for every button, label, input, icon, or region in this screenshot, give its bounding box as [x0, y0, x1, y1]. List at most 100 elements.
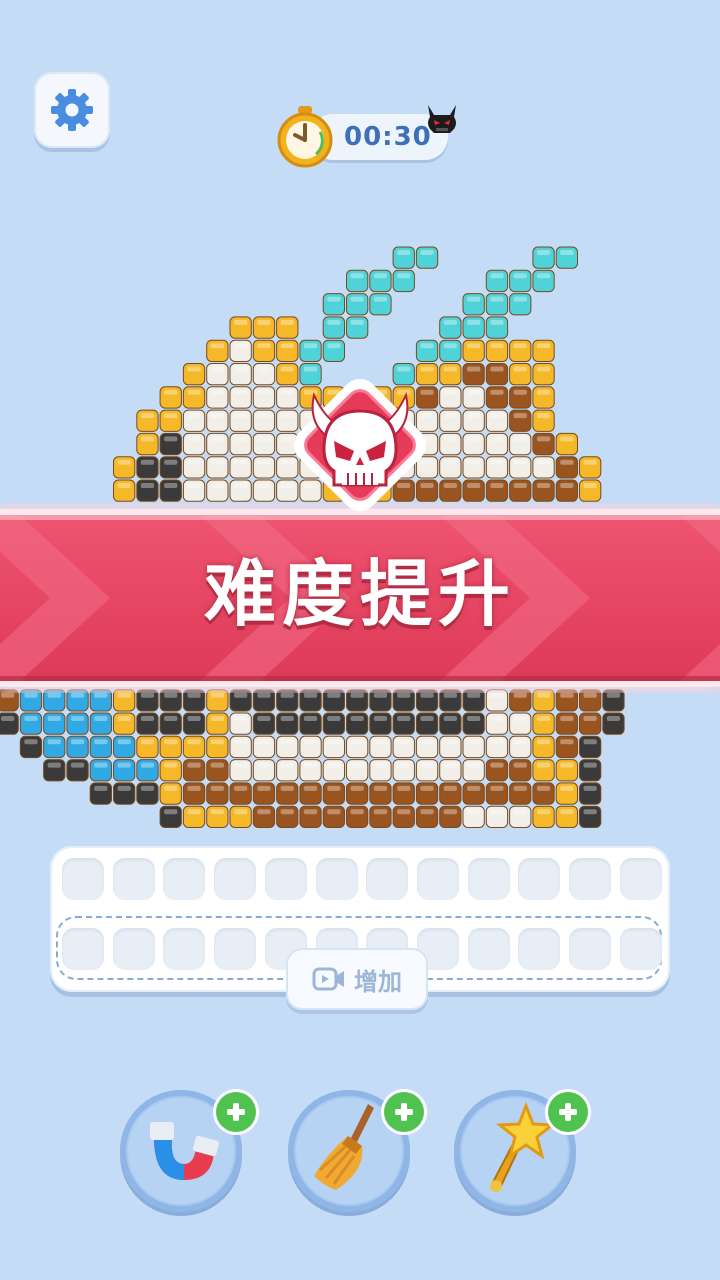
bead-highlight — [234, 762, 248, 768]
bead-highlight — [70, 762, 85, 768]
bead-highlight — [536, 762, 551, 768]
add-slots-button[interactable]: 增加 — [286, 948, 428, 1010]
tray-slot — [518, 928, 561, 970]
bead-highlight — [513, 273, 527, 279]
bead-highlight — [327, 762, 341, 768]
bead-highlight — [210, 413, 224, 419]
tray-slot — [62, 928, 104, 970]
bead-highlight — [164, 459, 178, 465]
bead-highlight — [490, 343, 504, 349]
bead-highlight — [560, 739, 574, 745]
bead-highlight — [280, 343, 294, 349]
bead-highlight — [234, 459, 248, 465]
bead-highlight — [583, 809, 597, 815]
magnet-icon — [150, 1122, 219, 1180]
bead-highlight — [164, 692, 178, 698]
bead-highlight — [536, 273, 551, 279]
tray-slot — [214, 858, 257, 900]
skull-badge-icon — [293, 378, 427, 512]
bead-highlight — [536, 343, 551, 349]
bead-highlight — [513, 785, 527, 791]
bead-highlight — [164, 436, 178, 442]
bead-highlight — [420, 809, 434, 815]
settings-button[interactable] — [34, 72, 110, 148]
bead-highlight — [210, 739, 224, 745]
bead-highlight — [94, 785, 108, 791]
bead-highlight — [560, 692, 574, 698]
bead-highlight — [513, 436, 527, 442]
bead-highlight — [210, 483, 224, 488]
bead-highlight — [467, 389, 481, 395]
bead-highlight — [350, 762, 364, 768]
bead-highlight — [397, 809, 411, 815]
bead-highlight — [373, 785, 388, 791]
bead-highlight — [164, 483, 178, 488]
bead-highlight — [513, 459, 527, 465]
bead-highlight — [303, 716, 318, 721]
bead-highlight — [1, 692, 15, 698]
bead-highlight — [257, 716, 271, 721]
bead-highlight — [560, 459, 574, 465]
bead-highlight — [210, 762, 224, 768]
bead-highlight — [187, 459, 201, 465]
powerup-star-wand-button[interactable] — [454, 1090, 588, 1212]
bead-highlight — [606, 716, 621, 721]
bead-highlight — [47, 762, 61, 768]
bead-highlight — [164, 739, 178, 745]
bead-highlight — [513, 692, 527, 698]
bead-highlight — [467, 436, 481, 442]
add-slots-label: 增加 — [354, 967, 402, 996]
bead-highlight — [513, 343, 527, 349]
bead-highlight — [303, 762, 318, 768]
bead-highlight — [117, 716, 131, 721]
powerup-magnet-plus-icon[interactable] — [216, 1092, 256, 1132]
bead-highlight — [420, 739, 434, 745]
bead-highlight — [187, 692, 201, 698]
bead-highlight — [583, 785, 597, 791]
bead-highlight — [234, 436, 248, 442]
bead-highlight — [210, 459, 224, 465]
bead-highlight — [490, 692, 504, 698]
bead-highlight — [327, 739, 341, 745]
bead-highlight — [583, 459, 597, 465]
bead-highlight — [513, 809, 527, 815]
bead-highlight — [327, 692, 341, 698]
bead-highlight — [490, 459, 504, 465]
star-wand-icon — [490, 1102, 557, 1192]
bead-highlight — [94, 739, 108, 745]
bead-highlight — [210, 785, 224, 791]
bead-highlight — [327, 809, 341, 815]
bead-highlight — [70, 739, 85, 745]
bead-highlight — [583, 762, 597, 768]
bead-highlight — [583, 692, 597, 698]
tray-slot — [619, 928, 662, 970]
powerup-broom-plus-icon[interactable] — [384, 1092, 424, 1132]
bead-highlight — [187, 389, 201, 395]
bead-highlight — [513, 296, 527, 302]
powerup-broom-button[interactable] — [288, 1090, 424, 1212]
bead-highlight — [397, 692, 411, 698]
bead-highlight — [536, 366, 551, 372]
bead-highlight — [303, 785, 318, 791]
bead-highlight — [373, 296, 388, 302]
bead-highlight — [187, 785, 201, 791]
bead-highlight — [234, 809, 248, 815]
bead-highlight — [443, 785, 457, 791]
bead-highlight — [560, 762, 574, 768]
bead-highlight — [164, 785, 178, 791]
bead-highlight — [187, 762, 201, 768]
bead-highlight — [490, 716, 504, 721]
bead-highlight — [490, 739, 504, 745]
bead-highlight — [234, 389, 248, 395]
bead-highlight — [513, 413, 527, 419]
bead-highlight — [280, 716, 294, 721]
bead-highlight — [536, 739, 551, 745]
powerup-star-wand-plus-icon[interactable] — [548, 1092, 588, 1132]
bead-highlight — [47, 692, 61, 698]
bead-highlight — [47, 739, 61, 745]
tray-slot — [619, 858, 662, 900]
bead-highlight — [117, 483, 131, 488]
bead-highlight — [513, 739, 527, 745]
powerup-magnet-button[interactable] — [120, 1090, 256, 1212]
bead-highlight — [164, 413, 178, 419]
